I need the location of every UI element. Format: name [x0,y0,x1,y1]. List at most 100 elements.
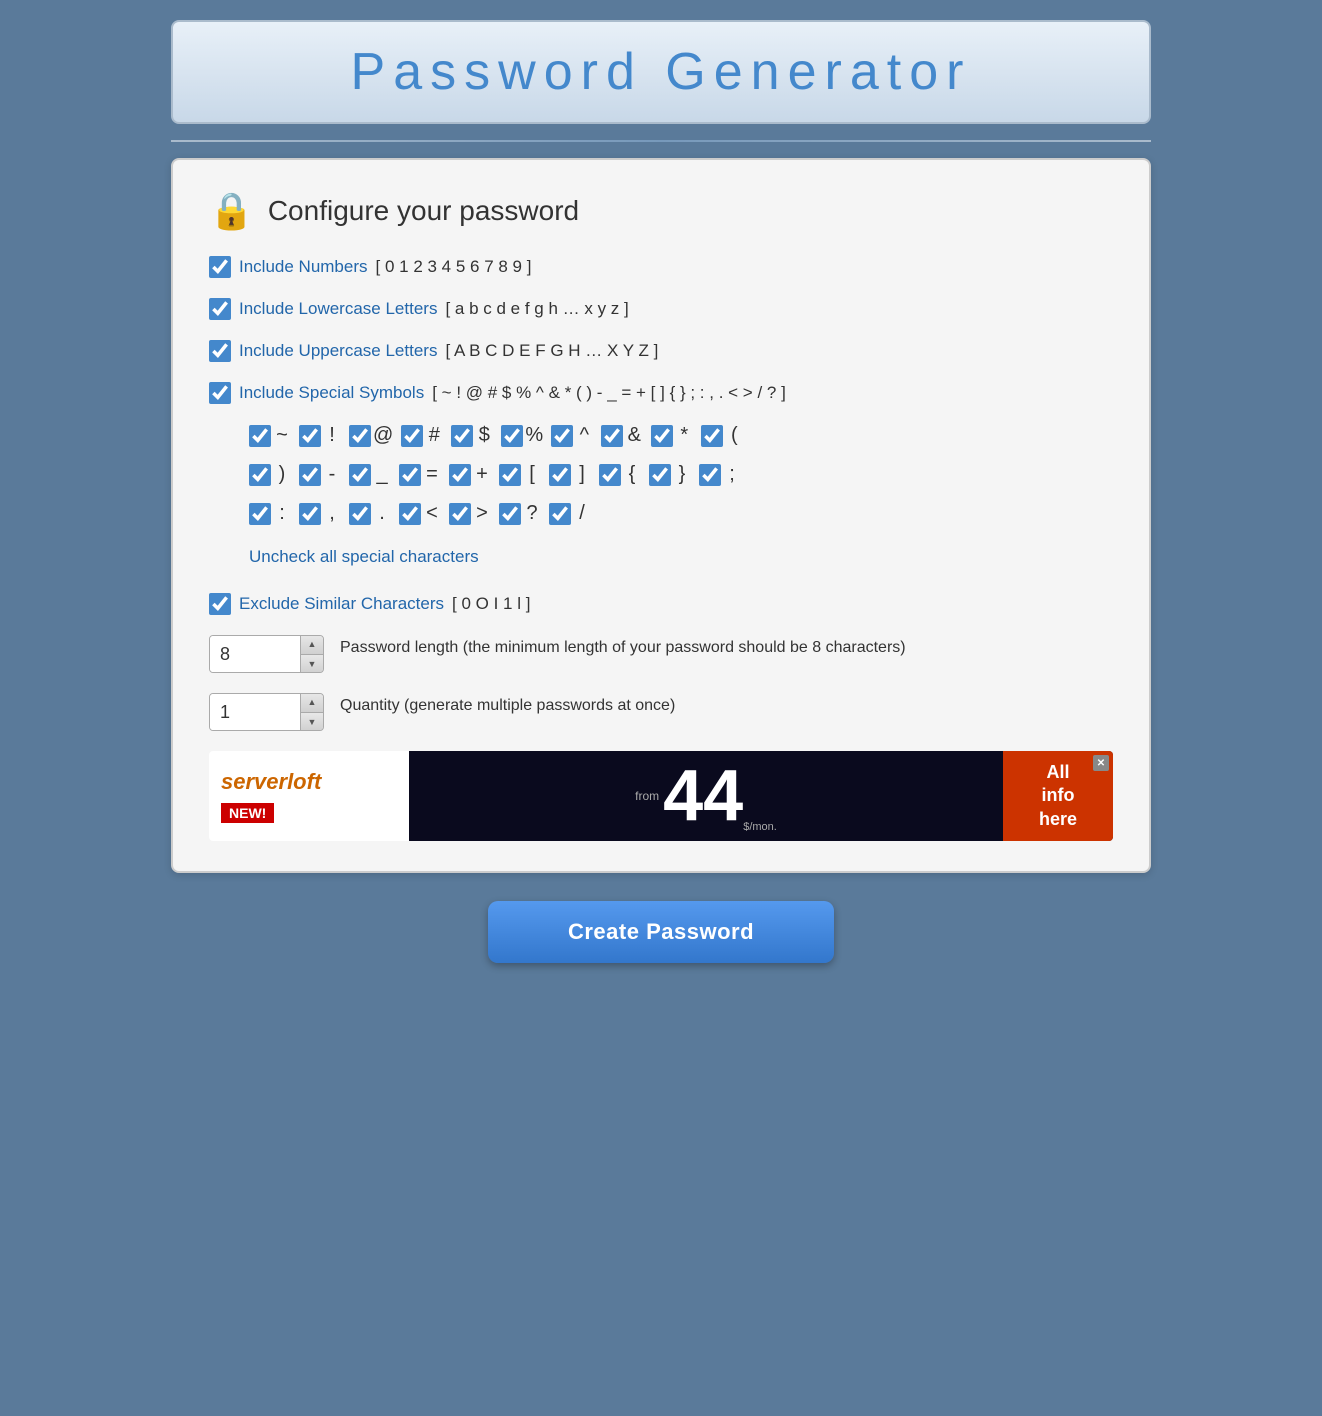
ad-price-number: 44 [663,760,743,832]
uncheck-all-link[interactable]: Uncheck all special characters [249,547,479,567]
special-char-checkbox-exclaim[interactable] [299,425,321,447]
special-item: _ [349,463,391,486]
password-length-label: Password length (the minimum length of y… [340,635,906,659]
special-char-checkbox-semicolon[interactable] [699,464,721,486]
header-box: Password Generator [171,20,1151,124]
special-char-checkbox-dollar[interactable] [451,425,473,447]
special-char-checkbox-slash[interactable] [549,503,571,525]
special-chars-grid: ~ ! @ # $ [249,424,1113,531]
ad-banner: serverloft NEW! from 44 $/mon. ✕ All inf… [209,751,1113,841]
special-char-checkbox-at[interactable] [349,425,371,447]
special-char-checkbox-amp[interactable] [601,425,623,447]
special-char-checkbox-plus[interactable] [449,464,471,486]
special-char-checkbox-ccurly[interactable] [649,464,671,486]
include-lowercase-checkbox[interactable] [209,298,231,320]
special-char-checkbox-lt[interactable] [399,503,421,525]
option-row-uppercase: Include Uppercase Letters [ A B C D E F … [209,340,1113,362]
ad-close-button[interactable]: ✕ [1093,755,1109,771]
special-item: + [449,463,491,486]
special-char-checkbox-comma[interactable] [299,503,321,525]
length-decrement-button[interactable]: ▼ [301,655,323,674]
quantity-spinner: ▲ ▼ [209,693,324,731]
ad-cta-line1: All [1046,761,1069,784]
special-char-lt: < [423,502,441,525]
special-char-checkbox-ocurly[interactable] [599,464,621,486]
exclude-similar-label[interactable]: Exclude Similar Characters [239,594,444,614]
special-item: ] [549,463,591,486]
special-item: ; [699,463,741,486]
special-char-semicolon: ; [723,463,741,486]
special-item: > [449,502,491,525]
special-char-checkbox-caret[interactable] [551,425,573,447]
ad-left: serverloft NEW! [209,751,409,841]
special-char-cbracket: ] [573,463,591,486]
special-char-ocurly: { [623,463,641,486]
special-char-dollar: $ [475,424,493,447]
include-special-checkbox[interactable] [209,382,231,404]
special-char-checkbox-hash[interactable] [401,425,423,447]
special-char-checkbox-underscore[interactable] [349,464,371,486]
ad-cta-line2: info [1042,784,1075,807]
special-item: . [349,502,391,525]
special-item: { [599,463,641,486]
special-char-amp: & [625,424,643,447]
special-char-checkbox-tilde[interactable] [249,425,271,447]
page-title: Password Generator [193,42,1129,102]
special-item: ! [299,424,341,447]
ad-cta-line3: here [1039,808,1077,831]
spinner-buttons-length: ▲ ▼ [300,635,323,673]
quantity-decrement-button[interactable]: ▼ [301,713,323,732]
quantity-increment-button[interactable]: ▲ [301,693,323,713]
special-char-checkbox-oparen[interactable] [701,425,723,447]
include-numbers-label[interactable]: Include Numbers [239,257,368,277]
special-char-ccurly: } [673,463,691,486]
password-length-spinner: ▲ ▼ [209,635,324,673]
include-lowercase-label[interactable]: Include Lowercase Letters [239,299,437,319]
exclude-similar-chars: [ 0 O I 1 l ] [452,594,530,614]
special-char-checkbox-percent[interactable] [501,425,523,447]
special-item: ^ [551,424,593,447]
special-char-checkbox-gt[interactable] [449,503,471,525]
special-char-checkbox-cbracket[interactable] [549,464,571,486]
special-char-period: . [373,502,391,525]
include-numbers-checkbox[interactable] [209,256,231,278]
special-char-checkbox-question[interactable] [499,503,521,525]
special-item: } [649,463,691,486]
main-card: 🔒 Configure your password Include Number… [171,158,1151,873]
spinner-buttons-quantity: ▲ ▼ [300,693,323,731]
special-char-checkbox-equals[interactable] [399,464,421,486]
special-char-star: * [675,424,693,447]
special-char-checkbox-cparen[interactable] [249,464,271,486]
special-char-colon: : [273,502,291,525]
special-char-checkbox-obracket[interactable] [499,464,521,486]
special-item: # [401,424,443,447]
length-increment-button[interactable]: ▲ [301,635,323,655]
special-item: - [299,463,341,486]
special-char-at: @ [373,424,393,447]
ad-brand: serverloft [221,769,321,795]
special-char-comma: , [323,502,341,525]
ad-right[interactable]: ✕ All info here [1003,751,1113,841]
special-char-slash: / [573,502,591,525]
special-row-1: ~ ! @ # $ [249,424,1113,453]
include-uppercase-checkbox[interactable] [209,340,231,362]
special-char-tilde: ~ [273,424,291,447]
special-char-checkbox-dash[interactable] [299,464,321,486]
special-item: : [249,502,291,525]
special-char-checkbox-colon[interactable] [249,503,271,525]
special-char-checkbox-period[interactable] [349,503,371,525]
special-char-oparen: ( [725,424,743,447]
create-password-button[interactable]: Create Password [488,901,834,963]
special-char-question: ? [523,502,541,525]
include-special-label[interactable]: Include Special Symbols [239,383,424,403]
special-char-checkbox-star[interactable] [651,425,673,447]
include-uppercase-label[interactable]: Include Uppercase Letters [239,341,437,361]
quantity-input[interactable] [210,693,300,731]
special-char-percent: % [525,424,543,447]
special-item: / [549,502,591,525]
special-item: ( [701,424,743,447]
special-item: & [601,424,643,447]
password-length-input[interactable] [210,635,300,673]
special-item: ) [249,463,291,486]
exclude-similar-checkbox[interactable] [209,593,231,615]
